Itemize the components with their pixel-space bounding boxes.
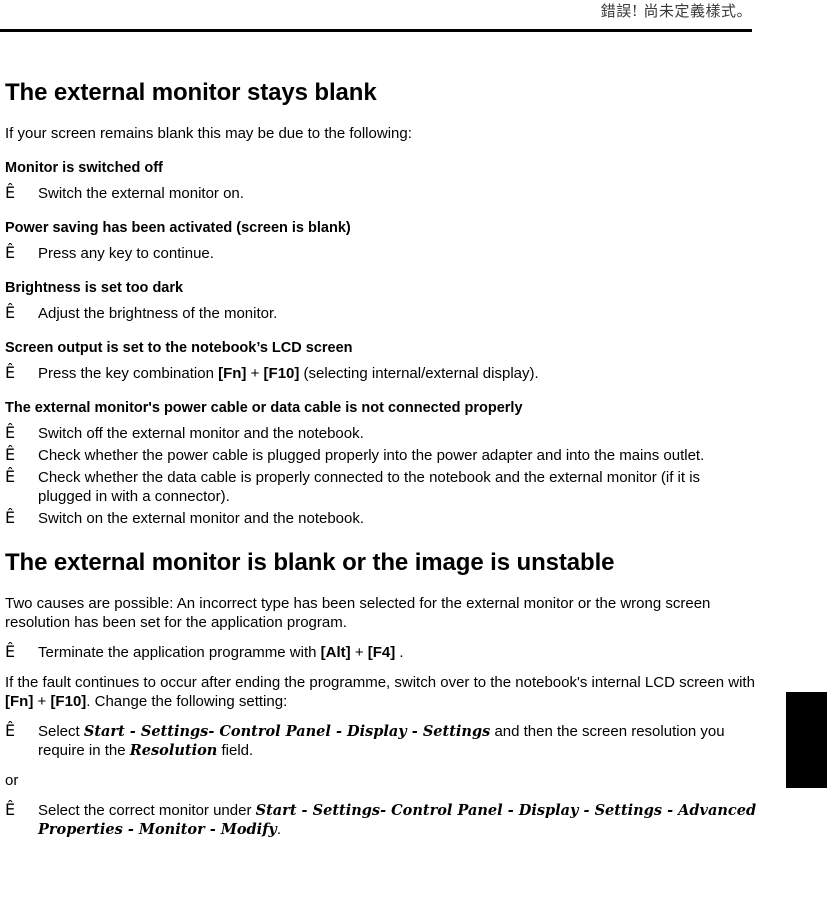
paragraph-text-after: . Change the following setting: xyxy=(86,693,288,710)
step-text-after: . xyxy=(399,644,404,661)
step-text: Switch off the external monitor and the … xyxy=(38,425,364,442)
step-list-terminate-app: Ê Terminate the application programme wi… xyxy=(5,642,757,662)
step-item: Ê Select the correct monitor under Start … xyxy=(5,800,757,839)
step-text: Switch on the external monitor and the n… xyxy=(38,510,365,527)
key-label-f10: [F10] xyxy=(50,693,87,710)
ui-path-resolution-field: Resolution xyxy=(129,742,218,759)
step-text: Adjust the brightness of the monitor. xyxy=(38,305,278,322)
checkbox-bullet-icon: Ê xyxy=(5,508,16,527)
step-list-select-monitor: Ê Select the correct monitor under Start … xyxy=(5,800,757,839)
step-text-before: Select xyxy=(38,723,84,740)
step-list-monitor-switched-off: Ê Switch the external monitor on. xyxy=(5,183,757,203)
step-text: Switch the external monitor on. xyxy=(38,185,244,202)
header-style-error-text: 錯誤! 尚未定義樣式。 xyxy=(600,2,752,20)
key-label-f10: [F10] xyxy=(263,365,300,382)
step-item: Ê Press the key combination [Fn] + [F10]… xyxy=(5,363,757,383)
subheading-brightness-too-dark: Brightness is set too dark xyxy=(5,280,184,296)
subheading-monitor-switched-off: Monitor is switched off xyxy=(5,160,163,176)
checkbox-bullet-icon: Ê xyxy=(5,243,16,262)
or-separator-label: or xyxy=(5,772,19,789)
step-text-after: . xyxy=(276,821,282,838)
step-text-before: Press the key combination xyxy=(38,365,219,382)
section-1-intro: If your screen remains blank this may be… xyxy=(5,125,412,142)
step-text: Press any key to continue. xyxy=(38,245,214,262)
key-plus: + xyxy=(354,644,368,661)
key-plus: + xyxy=(33,693,51,710)
key-label-fn: [Fn] xyxy=(5,693,34,710)
checkbox-bullet-icon: Ê xyxy=(5,423,16,442)
step-item: Ê Press any key to continue. xyxy=(5,243,757,263)
step-item: Ê Select Start - Settings- Control Panel … xyxy=(5,721,757,760)
checkbox-bullet-icon: Ê xyxy=(5,467,16,486)
step-list-power-saving: Ê Press any key to continue. xyxy=(5,243,757,263)
checkbox-bullet-icon: Ê xyxy=(5,642,16,661)
step-text-after: (selecting internal/external display). xyxy=(303,365,539,382)
step-item: Ê Check whether the power cable is plugg… xyxy=(5,445,757,465)
thumb-index-tab xyxy=(786,692,827,788)
step-text-after: field. xyxy=(217,742,254,759)
checkbox-bullet-icon: Ê xyxy=(5,183,16,202)
checkbox-bullet-icon: Ê xyxy=(5,363,16,382)
header-rule xyxy=(0,29,752,32)
step-list-cables: Ê Switch off the external monitor and th… xyxy=(5,423,757,528)
key-label-f4: [F4] xyxy=(367,644,396,661)
step-item: Ê Check whether the data cable is proper… xyxy=(5,467,757,506)
checkbox-bullet-icon: Ê xyxy=(5,800,16,819)
paragraph-text-before: If the fault continues to occur after en… xyxy=(5,674,755,691)
step-item: Ê Adjust the brightness of the monitor. xyxy=(5,303,757,323)
key-label-fn: [Fn] xyxy=(218,365,247,382)
section-heading-2: The external monitor is blank or the ima… xyxy=(5,549,615,576)
section-2-intro: Two causes are possible: An incorrect ty… xyxy=(5,595,711,631)
subheading-power-saving: Power saving has been activated (screen … xyxy=(5,220,351,236)
step-text-before: Terminate the application programme with xyxy=(38,644,321,661)
checkbox-bullet-icon: Ê xyxy=(5,721,16,740)
manual-page: 錯誤! 尚未定義樣式。 The external monitor stays b… xyxy=(0,0,827,904)
step-item: Ê Switch on the external monitor and the… xyxy=(5,508,757,528)
step-text-before: Select the correct monitor under xyxy=(38,802,256,819)
subheading-screen-output-lcd: Screen output is set to the notebook’s L… xyxy=(5,340,353,356)
step-list-brightness: Ê Adjust the brightness of the monitor. xyxy=(5,303,757,323)
section-heading-1: The external monitor stays blank xyxy=(5,79,377,106)
page-content: The external monitor stays blank If your… xyxy=(5,78,757,839)
key-label-alt: [Alt] xyxy=(320,644,351,661)
checkbox-bullet-icon: Ê xyxy=(5,303,16,322)
step-item: Ê Terminate the application programme wi… xyxy=(5,642,757,662)
page-header: 錯誤! 尚未定義樣式。 xyxy=(0,0,752,32)
key-plus: + xyxy=(250,365,264,382)
section-2-paragraph-2: If the fault continues to occur after en… xyxy=(5,673,757,711)
step-item: Ê Switch off the external monitor and th… xyxy=(5,423,757,443)
step-text: Check whether the data cable is properly… xyxy=(38,469,701,505)
step-list-select-resolution: Ê Select Start - Settings- Control Panel … xyxy=(5,721,757,760)
step-item: Ê Switch the external monitor on. xyxy=(5,183,757,203)
step-text: Check whether the power cable is plugged… xyxy=(38,447,705,464)
step-list-screen-output: Ê Press the key combination [Fn] + [F10]… xyxy=(5,363,757,383)
ui-path-display-settings: Start - Settings- Control Panel - Displa… xyxy=(83,723,491,740)
checkbox-bullet-icon: Ê xyxy=(5,445,16,464)
subheading-cable-not-connected: The external monitor's power cable or da… xyxy=(5,400,523,416)
